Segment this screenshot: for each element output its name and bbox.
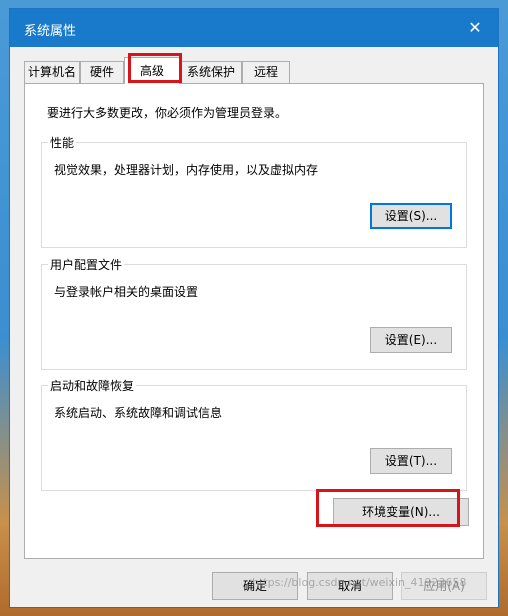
user-profiles-description: 与登录帐户相关的桌面设置 xyxy=(54,285,199,299)
admin-notice: 要进行大多数更改，你必须作为管理员登录。 xyxy=(47,106,288,120)
system-properties-dialog: 系统属性 ✕ 计算机名 硬件 高级 系统保护 远程 要进行大多数更改，你必须作为… xyxy=(9,8,499,608)
close-button[interactable]: ✕ xyxy=(452,9,498,47)
advanced-tab-panel: 要进行大多数更改，你必须作为管理员登录。 性能 视觉效果，处理器计划，内存使用，… xyxy=(24,83,484,559)
performance-group: 性能 视觉效果，处理器计划，内存使用，以及虚拟内存 设置(S)... xyxy=(41,134,467,248)
startup-recovery-settings-button[interactable]: 设置(T)... xyxy=(370,448,452,474)
title-bar[interactable]: 系统属性 ✕ xyxy=(10,9,498,47)
user-profiles-group-title: 用户配置文件 xyxy=(48,256,125,273)
tab-remote[interactable]: 远程 xyxy=(242,61,290,83)
user-profiles-group: 用户配置文件 与登录帐户相关的桌面设置 设置(E)... xyxy=(41,256,467,370)
user-profiles-settings-button[interactable]: 设置(E)... xyxy=(370,327,452,353)
environment-variables-button[interactable]: 环境变量(N)... xyxy=(333,498,469,526)
startup-recovery-group-title: 启动和故障恢复 xyxy=(48,377,137,394)
startup-recovery-description: 系统启动、系统故障和调试信息 xyxy=(54,406,223,420)
tab-system-protection[interactable]: 系统保护 xyxy=(180,61,242,83)
cancel-button[interactable]: 取消 xyxy=(307,572,393,600)
window-title: 系统属性 xyxy=(24,24,77,39)
performance-settings-button[interactable]: 设置(S)... xyxy=(370,203,452,229)
tab-advanced[interactable]: 高级 xyxy=(124,57,180,84)
performance-description: 视觉效果，处理器计划，内存使用，以及虚拟内存 xyxy=(54,163,319,177)
apply-button: 应用(A) xyxy=(401,572,487,600)
ok-button[interactable]: 确定 xyxy=(212,572,298,600)
performance-group-title: 性能 xyxy=(48,134,77,151)
startup-recovery-group: 启动和故障恢复 系统启动、系统故障和调试信息 设置(T)... xyxy=(41,377,467,491)
tab-computer-name[interactable]: 计算机名 xyxy=(24,61,80,83)
tab-hardware[interactable]: 硬件 xyxy=(80,61,124,83)
